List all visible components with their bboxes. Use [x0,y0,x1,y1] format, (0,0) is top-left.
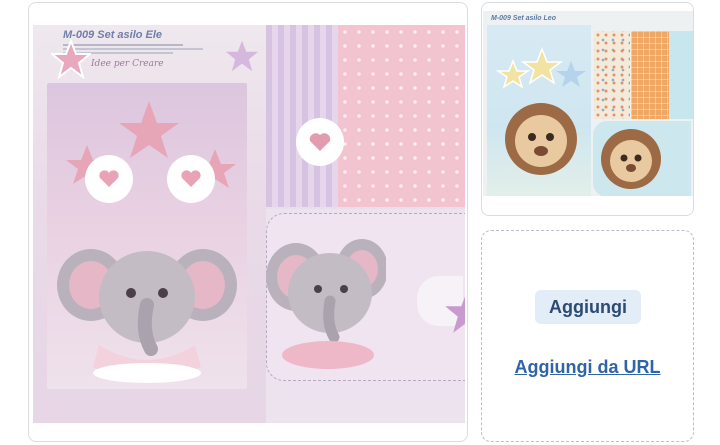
bib-panel [266,209,465,423]
add-from-url-link[interactable]: Aggiungi da URL [482,357,693,378]
star-icon [51,39,91,79]
main-image-card[interactable]: M-009 Set asilo Ele Idee per Creare [28,2,468,442]
add-button[interactable]: Aggiungi [535,290,641,324]
polka-dot-pattern [338,25,465,207]
star-icon [225,40,259,72]
fabric-pattern-panel [266,25,465,207]
blue-pattern [669,31,693,119]
lion-illustration [495,46,586,175]
thumbnail-image[interactable]: M-009 Set asilo Leo [483,11,693,196]
star-icon [445,296,465,333]
thumbnail-title: M-009 Set asilo Leo [491,15,556,22]
elephant-panel [47,83,247,389]
heart-icon [296,118,344,166]
fabric-left-panel: M-009 Set asilo Ele Idee per Creare [33,25,266,423]
add-image-card: Aggiungi Aggiungi da URL [481,230,694,442]
brand-logo-text: Idee per Creare [91,59,164,69]
striped-pattern [266,25,338,207]
dotted-pattern [594,31,630,119]
elephant-illustration [57,101,237,383]
main-fabric-photo: M-009 Set asilo Ele Idee per Creare [33,25,465,423]
orange-grid-pattern [631,31,669,119]
lion-illustration [601,129,661,189]
thumbnail-card[interactable]: M-009 Set asilo Leo [481,2,694,216]
elephant-illustration [266,239,386,369]
